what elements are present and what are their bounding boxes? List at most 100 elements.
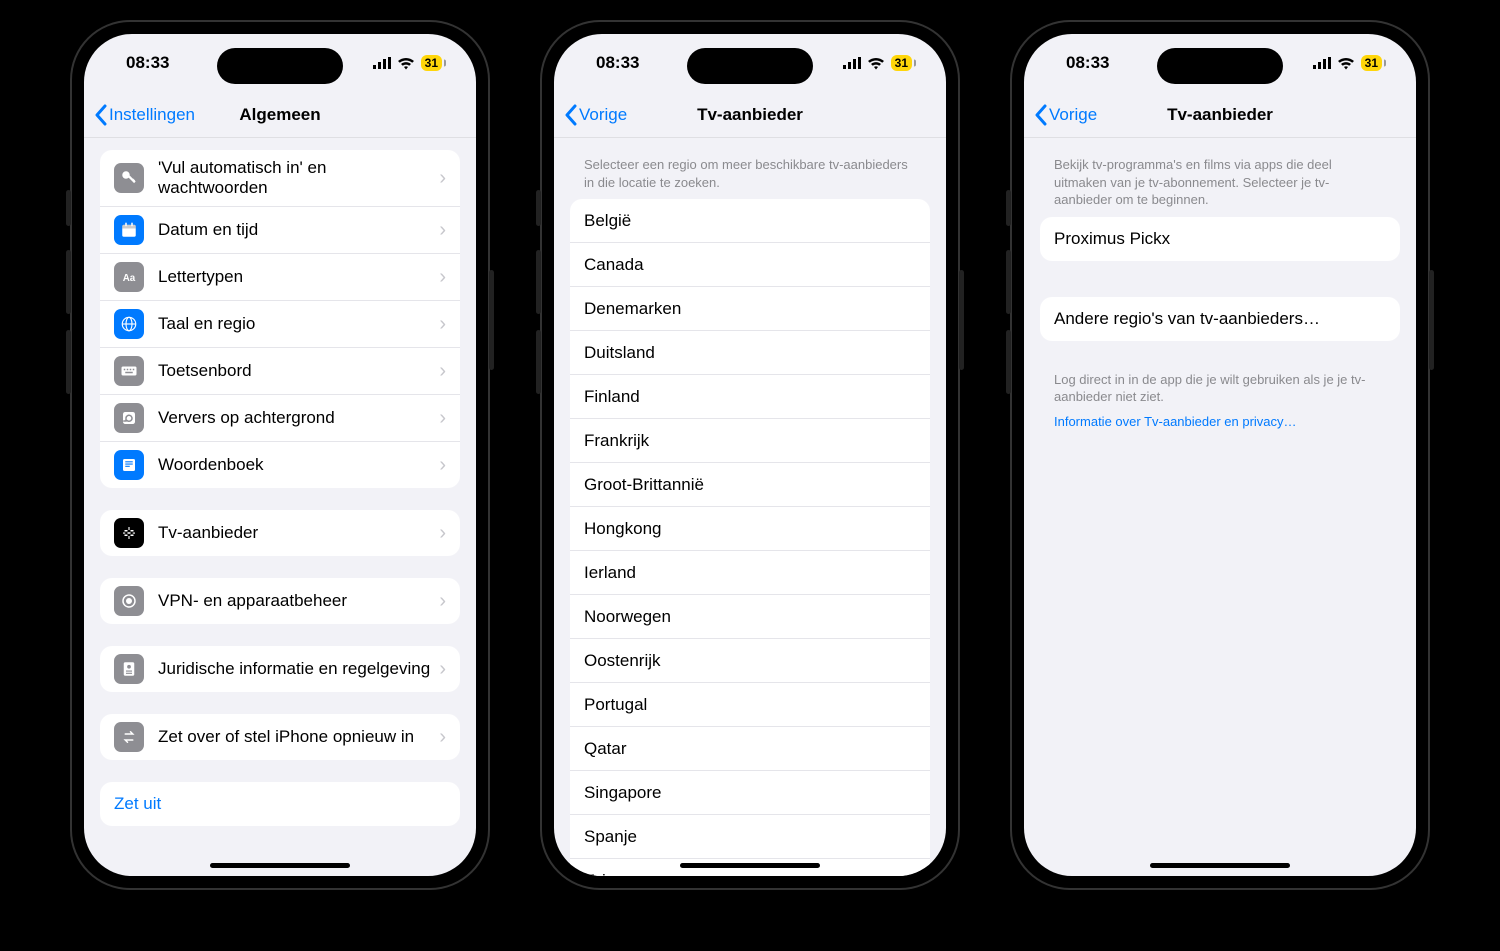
back-button[interactable]: Vorige	[1034, 104, 1097, 126]
section-header: Selecteer een regio om meer beschikbare …	[570, 138, 930, 199]
region-label: Denemarken	[584, 299, 916, 319]
region-row[interactable]: Oostenrijk	[570, 639, 930, 683]
region-label: Portugal	[584, 695, 916, 715]
wifi-icon	[397, 57, 415, 70]
calendar-icon	[114, 215, 144, 245]
settings-row-globe[interactable]: Taal en regio›	[100, 301, 460, 348]
back-label: Instellingen	[109, 105, 195, 125]
settings-row-legal[interactable]: Juridische informatie en regelgeving›	[100, 646, 460, 692]
region-row[interactable]: Portugal	[570, 683, 930, 727]
cellular-signal-icon	[1313, 57, 1331, 69]
wifi-icon	[1337, 57, 1355, 70]
region-label: Singapore	[584, 783, 916, 803]
page-title: Tv-aanbieder	[1167, 105, 1273, 125]
region-row[interactable]: Singapore	[570, 771, 930, 815]
region-label: Taiwan	[584, 871, 916, 876]
region-row[interactable]: Denemarken	[570, 287, 930, 331]
settings-row-calendar[interactable]: Datum en tijd›	[100, 207, 460, 254]
other-regions-row[interactable]: Andere regio's van tv-aanbieders…	[1040, 297, 1400, 341]
back-label: Vorige	[1049, 105, 1097, 125]
legal-icon	[114, 654, 144, 684]
privacy-link-label: Informatie over Tv-aanbieder en privacy…	[1054, 414, 1297, 429]
row-label: Zet over of stel iPhone opnieuw in	[158, 727, 439, 747]
settings-row-refresh[interactable]: Ververs op achtergrond›	[100, 395, 460, 442]
page-title: Algemeen	[239, 105, 320, 125]
region-row[interactable]: Hongkong	[570, 507, 930, 551]
row-label: Datum en tijd	[158, 220, 439, 240]
region-label: Frankrijk	[584, 431, 916, 451]
settings-row-keyboard[interactable]: Toetsenbord›	[100, 348, 460, 395]
nav-bar: Instellingen Algemeen	[84, 92, 476, 138]
region-row[interactable]: Spanje	[570, 815, 930, 859]
row-label: 'Vul automatisch in' en wachtwoorden	[158, 158, 439, 198]
region-row[interactable]: Qatar	[570, 727, 930, 771]
provider-label: Proximus Pickx	[1054, 229, 1386, 249]
region-label: België	[584, 211, 916, 231]
home-indicator[interactable]	[210, 863, 350, 868]
back-button[interactable]: Instellingen	[94, 104, 195, 126]
region-label: Groot-Brittannië	[584, 475, 916, 495]
cellular-signal-icon	[843, 57, 861, 69]
settings-row-aa[interactable]: AaLettertypen›	[100, 254, 460, 301]
region-label: Canada	[584, 255, 916, 275]
tv-icon	[114, 518, 144, 548]
cellular-signal-icon	[373, 57, 391, 69]
region-row[interactable]: Canada	[570, 243, 930, 287]
settings-row-vpn[interactable]: VPN- en apparaatbeheer›	[100, 578, 460, 624]
provider-row[interactable]: Proximus Pickx	[1040, 217, 1400, 261]
globe-icon	[114, 309, 144, 339]
refresh-icon	[114, 403, 144, 433]
region-row[interactable]: Noorwegen	[570, 595, 930, 639]
region-label: Finland	[584, 387, 916, 407]
row-label: Ververs op achtergrond	[158, 408, 439, 428]
nav-bar: Vorige Tv-aanbieder	[554, 92, 946, 138]
battery-indicator: 31	[421, 55, 442, 71]
settings-row-tv[interactable]: Tv-aanbieder›	[100, 510, 460, 556]
wifi-icon	[867, 57, 885, 70]
region-label: Hongkong	[584, 519, 916, 539]
home-indicator[interactable]	[1150, 863, 1290, 868]
chevron-right-icon: ›	[439, 455, 446, 475]
region-row[interactable]: Ierland	[570, 551, 930, 595]
nav-bar: Vorige Tv-aanbieder	[1024, 92, 1416, 138]
chevron-right-icon: ›	[439, 361, 446, 381]
vpn-icon	[114, 586, 144, 616]
region-label: Spanje	[584, 827, 916, 847]
keyboard-icon	[114, 356, 144, 386]
chevron-right-icon: ›	[439, 314, 446, 334]
status-time: 08:33	[126, 53, 169, 73]
region-row[interactable]: Groot-Brittannië	[570, 463, 930, 507]
region-row[interactable]: Finland	[570, 375, 930, 419]
row-label: Lettertypen	[158, 267, 439, 287]
region-label: Ierland	[584, 563, 916, 583]
region-label: Qatar	[584, 739, 916, 759]
chevron-right-icon: ›	[439, 168, 446, 188]
chevron-right-icon: ›	[439, 659, 446, 679]
settings-row-book[interactable]: Woordenboek›	[100, 442, 460, 488]
home-indicator[interactable]	[680, 863, 820, 868]
chevron-right-icon: ›	[439, 408, 446, 428]
back-button[interactable]: Vorige	[564, 104, 627, 126]
shutdown-button[interactable]: Zet uit	[100, 782, 460, 826]
other-regions-label: Andere regio's van tv-aanbieders…	[1054, 309, 1386, 329]
privacy-link[interactable]: Informatie over Tv-aanbieder en privacy…	[1040, 406, 1400, 429]
aa-icon: Aa	[114, 262, 144, 292]
shutdown-label: Zet uit	[114, 794, 446, 814]
region-label: Oostenrijk	[584, 651, 916, 671]
settings-row-key[interactable]: 'Vul automatisch in' en wachtwoorden›	[100, 150, 460, 207]
row-label: VPN- en apparaatbeheer	[158, 591, 439, 611]
region-row[interactable]: België	[570, 199, 930, 243]
battery-indicator: 31	[891, 55, 912, 71]
region-label: Noorwegen	[584, 607, 916, 627]
chevron-right-icon: ›	[439, 220, 446, 240]
row-label: Toetsenbord	[158, 361, 439, 381]
chevron-right-icon: ›	[439, 523, 446, 543]
region-row[interactable]: Frankrijk	[570, 419, 930, 463]
chevron-right-icon: ›	[439, 727, 446, 747]
region-row[interactable]: Duitsland	[570, 331, 930, 375]
transfer-icon	[114, 722, 144, 752]
settings-row-transfer[interactable]: Zet over of stel iPhone opnieuw in›	[100, 714, 460, 760]
row-label: Taal en regio	[158, 314, 439, 334]
chevron-left-icon	[94, 104, 107, 126]
row-label: Tv-aanbieder	[158, 523, 439, 543]
